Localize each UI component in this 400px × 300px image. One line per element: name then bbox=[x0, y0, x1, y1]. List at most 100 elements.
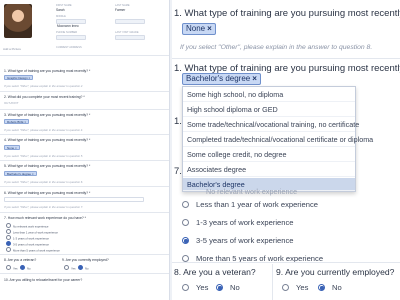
left-q7-title: 7. How much relevant work experience do … bbox=[4, 216, 86, 220]
employed-no-label: No bbox=[332, 283, 342, 292]
question-1-title: 1. What type of training are you pursuin… bbox=[174, 8, 400, 19]
left-q7-option[interactable]: More than 5 years of work experience bbox=[6, 247, 60, 253]
left-q5-tag[interactable]: Bachelor's degree × bbox=[4, 171, 37, 176]
employed-yes[interactable]: Yes bbox=[282, 283, 308, 292]
last-name-value: Farmer bbox=[115, 8, 126, 12]
radio-circle[interactable] bbox=[182, 219, 189, 226]
dropdown-option[interactable]: Some college credit, no degree bbox=[183, 148, 355, 162]
left-q7-option[interactable]: Less than 1 year of work experience bbox=[6, 229, 58, 235]
divider bbox=[172, 58, 400, 59]
form-overview-panel: Add a Picture FIRST NAME Sarah MIDDLE Mo… bbox=[0, 0, 170, 300]
form-detail-panel: 1. What type of training are you pursuin… bbox=[172, 0, 400, 300]
left-q8-title: 8. Are you a veteran? bbox=[4, 258, 37, 262]
divider bbox=[0, 273, 169, 274]
divider bbox=[0, 186, 169, 187]
veteran-no-label: No bbox=[230, 283, 240, 292]
veteran-yes-label: Yes bbox=[196, 283, 209, 292]
left-q7-option[interactable]: No relevant work experience bbox=[6, 223, 48, 229]
left-q3-title: 3. What type of training are you pursuin… bbox=[4, 113, 91, 117]
left-q5-hint: If you select "Other", please explain in… bbox=[4, 180, 84, 184]
left-q2-value: OUT-FOOT bbox=[4, 101, 19, 105]
radio-circle-selected[interactable] bbox=[182, 237, 189, 244]
grade-label: LAST VISIT GRADE bbox=[115, 31, 139, 34]
left-q4-title: 4. What type of training are you pursuin… bbox=[4, 138, 91, 142]
left-q6-hint: If you select "Other", please explain in… bbox=[4, 205, 84, 209]
dropdown-option[interactable]: Some trade/technical/vocational training… bbox=[183, 118, 359, 132]
divider bbox=[0, 91, 169, 92]
add-picture-link[interactable]: Add a Picture bbox=[3, 47, 21, 51]
left-q3-hint: If you select "Other", please explain in… bbox=[4, 128, 84, 132]
divider bbox=[0, 109, 169, 110]
left-q4-hint: If you select "Other", please explain in… bbox=[4, 154, 84, 158]
last-name-label: LAST NAME bbox=[115, 4, 130, 7]
left-q9-no[interactable]: No bbox=[78, 265, 89, 271]
question-partial-number: 1. bbox=[174, 116, 182, 127]
phone-label: PHONE NUMBER bbox=[56, 31, 78, 34]
experience-option-label: Less than 1 year of work experience bbox=[196, 200, 318, 209]
dropdown-option[interactable]: Some high school, no diploma bbox=[183, 88, 355, 102]
column-divider bbox=[272, 264, 273, 300]
left-q6-select[interactable] bbox=[4, 197, 144, 202]
left-q8-no[interactable]: No bbox=[20, 265, 31, 271]
radio-circle-selected[interactable] bbox=[216, 284, 223, 291]
address-label: CURRENT ADDRESS bbox=[56, 46, 82, 49]
radio-circle[interactable] bbox=[182, 201, 189, 208]
left-q9-title: 9. Are you currently employed? bbox=[62, 258, 109, 262]
experience-option-selected[interactable]: 3-5 years of work experience bbox=[182, 236, 294, 245]
left-q10-title: 10. Are you willing to relocate/travel f… bbox=[4, 278, 83, 282]
left-q4-tag[interactable]: None × bbox=[4, 145, 20, 150]
veteran-yes[interactable]: Yes bbox=[182, 283, 208, 292]
last-name-field[interactable] bbox=[115, 19, 145, 24]
first-name-label: FIRST NAME bbox=[56, 4, 72, 7]
left-q5-title: 5. What type of training are you pursuin… bbox=[4, 164, 91, 168]
divider bbox=[0, 160, 169, 161]
experience-option[interactable]: 1-3 years of work experience bbox=[182, 218, 294, 227]
experience-option-cut[interactable]: No relevant work experience bbox=[206, 187, 297, 196]
employed-yes-label: Yes bbox=[296, 283, 309, 292]
question-2-tag[interactable]: Bachelor's degree × bbox=[182, 73, 261, 85]
left-q2-title: 2. What did you complete your most recen… bbox=[4, 95, 85, 99]
profile-section: Add a Picture FIRST NAME Sarah MIDDLE Mo… bbox=[0, 0, 169, 56]
left-q1-title: 1. What type of training are you pursuin… bbox=[4, 69, 91, 73]
experience-option-label: 1-3 years of work experience bbox=[196, 218, 294, 227]
veteran-no[interactable]: No bbox=[216, 283, 240, 292]
phone-field[interactable] bbox=[56, 35, 86, 40]
question-1-tag[interactable]: None × bbox=[182, 23, 216, 35]
dropdown-option[interactable]: High school diploma or GED bbox=[183, 103, 355, 117]
divider bbox=[0, 254, 169, 255]
left-q7-option-selected[interactable]: 3-5 years of work experience bbox=[6, 241, 49, 247]
first-name-value: Sarah bbox=[56, 8, 65, 12]
experience-option[interactable]: Less than 1 year of work experience bbox=[182, 200, 318, 209]
middle-value: Moonwon lmeo bbox=[57, 24, 79, 28]
profile-photo bbox=[4, 4, 32, 38]
question-9-title: 9. Are you currently employed? bbox=[276, 267, 395, 277]
question-8-title: 8. Are you a veteran? bbox=[174, 267, 256, 277]
divider bbox=[0, 134, 169, 135]
divider bbox=[0, 212, 169, 213]
question-2-tag-label: Bachelor's degree bbox=[186, 74, 251, 83]
remove-tag-icon[interactable]: × bbox=[252, 74, 257, 83]
left-q1-hint: If you select "Other", please explain in… bbox=[4, 84, 84, 88]
remove-tag-icon[interactable]: × bbox=[207, 24, 212, 33]
divider bbox=[172, 262, 400, 263]
radio-circle-selected[interactable] bbox=[318, 284, 325, 291]
radio-circle[interactable] bbox=[182, 284, 189, 291]
radio-circle[interactable] bbox=[282, 284, 289, 291]
left-q6-title: 6. What type of training are you pursuin… bbox=[4, 191, 91, 195]
question-1-tag-label: None bbox=[186, 24, 206, 33]
left-q9-yes[interactable]: Yes bbox=[64, 265, 76, 271]
grade-field[interactable] bbox=[115, 35, 145, 40]
dropdown-option[interactable]: Associates degree bbox=[183, 163, 355, 177]
left-q7-option[interactable]: 1-3 years of work experience bbox=[6, 235, 49, 241]
question-1-hint: If you select "Other", please explain in… bbox=[180, 44, 373, 51]
employed-no[interactable]: No bbox=[318, 283, 342, 292]
dropdown-option[interactable]: Completed trade/technical/vocational cer… bbox=[183, 133, 373, 147]
experience-option-label: 3-5 years of work experience bbox=[196, 236, 294, 245]
training-dropdown-menu[interactable]: Some high school, no diploma High school… bbox=[182, 86, 373, 192]
left-q1-tag[interactable]: Graphic Design × bbox=[4, 75, 34, 80]
radio-circle[interactable] bbox=[182, 255, 189, 262]
question-7-partial-number: 7. bbox=[174, 166, 182, 177]
middle-label: MIDDLE bbox=[56, 15, 66, 18]
left-q8-yes[interactable]: Yes bbox=[6, 265, 18, 271]
left-q3-tag[interactable]: Robots BCE × bbox=[4, 119, 30, 124]
